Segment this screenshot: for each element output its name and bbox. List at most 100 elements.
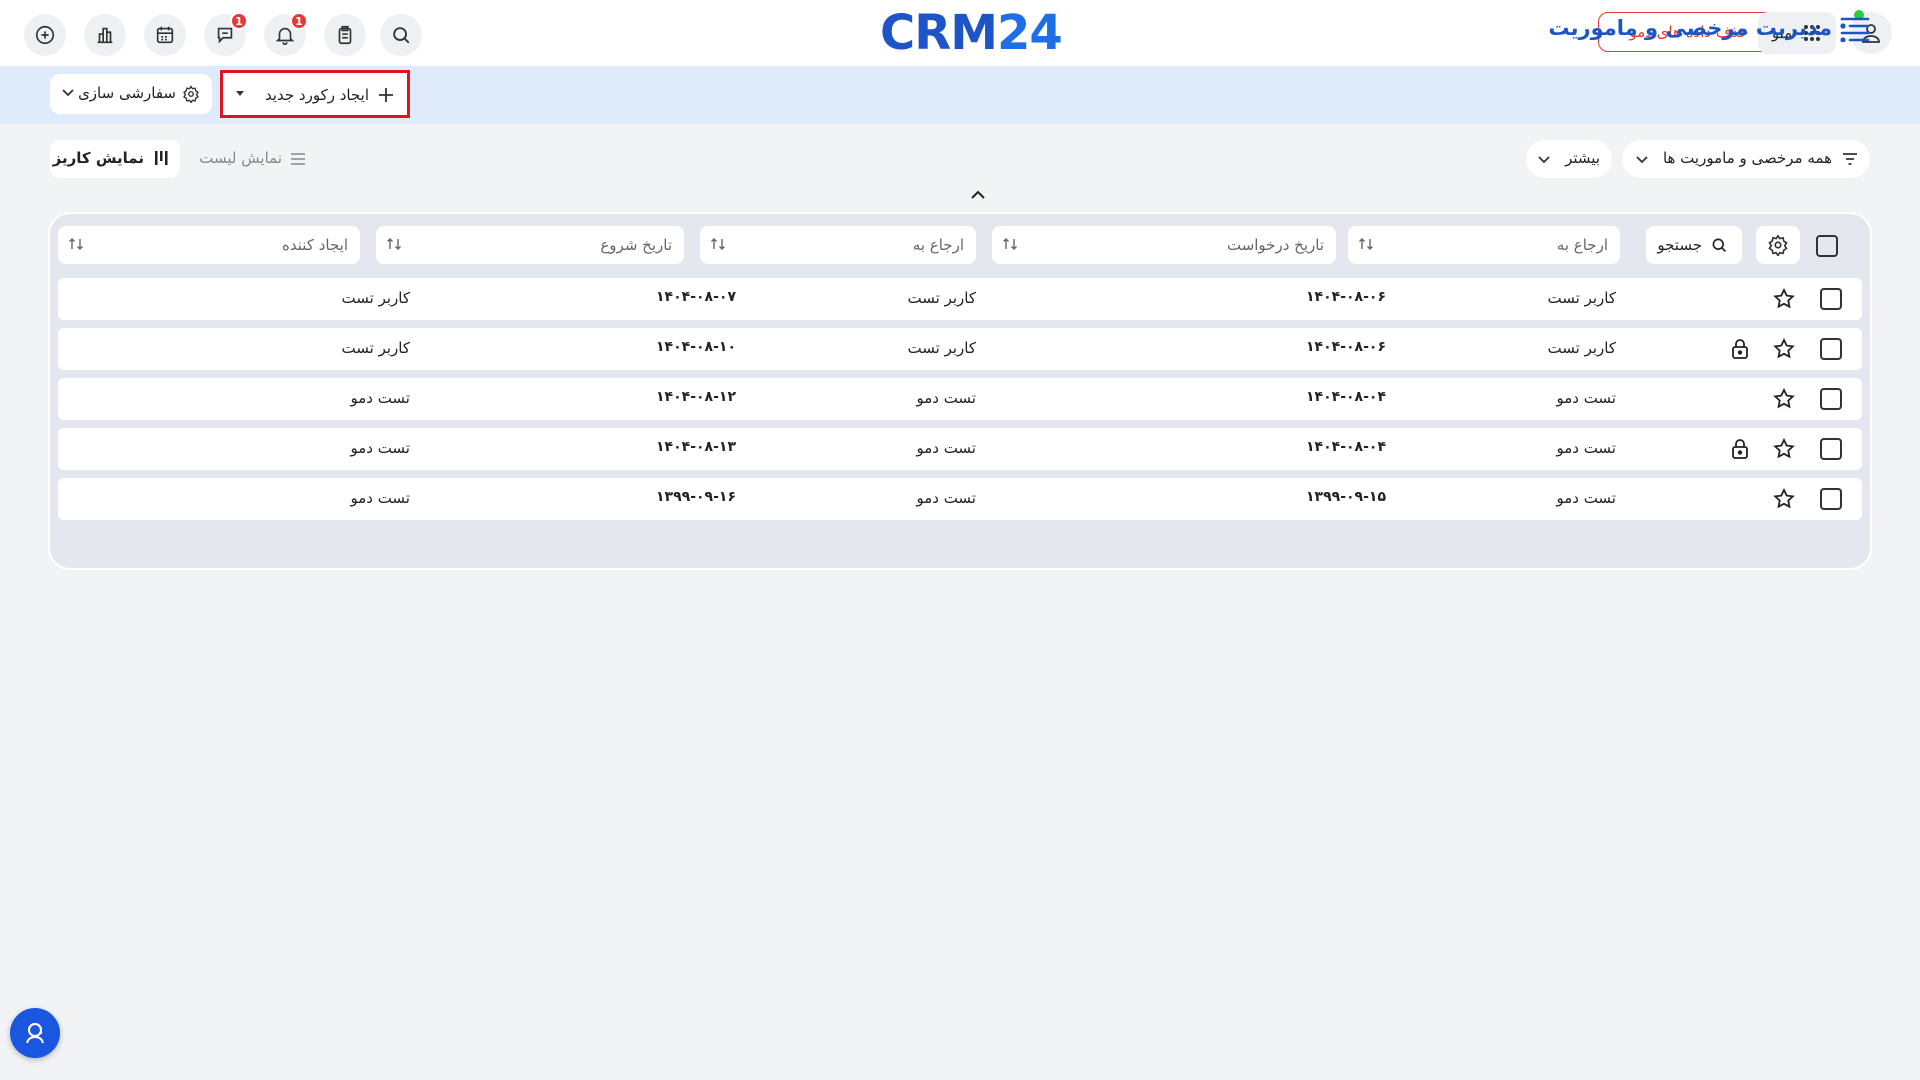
chevron-down-icon — [62, 89, 74, 97]
cell-request-date: ۱۴۰۴-۰۸-۰۶ — [1306, 339, 1386, 355]
cell-start-date: ۱۴۰۴-۰۸-۱۲ — [656, 389, 736, 405]
cell-start-date: ۱۴۰۴-۰۸-۱۰ — [656, 339, 736, 355]
add-circle-button[interactable] — [24, 14, 66, 56]
table-row[interactable]: تست دمو ۱۴۰۴-۰۸-۰۴ تست دمو ۱۴۰۴-۰۸-۱۲ تس… — [58, 378, 1862, 420]
column-header-assignee[interactable]: ارجاع به — [1348, 226, 1620, 264]
plus-icon — [379, 88, 393, 102]
page-title: مدیریت مرخصی و ماموریت — [1548, 16, 1832, 40]
column-header-label: ایجاد کننده — [282, 236, 348, 254]
cell-assignee: تست دمو — [1556, 389, 1616, 407]
row-checkbox[interactable] — [1820, 488, 1842, 510]
search-icon — [1712, 238, 1726, 252]
cell-assignee: کاربر تست — [1547, 289, 1616, 307]
chevron-down-icon — [1538, 156, 1550, 164]
row-checkbox[interactable] — [1820, 288, 1842, 310]
lock-icon — [1732, 339, 1748, 359]
list-icon — [291, 153, 305, 165]
list-menu-icon[interactable] — [1840, 16, 1870, 42]
notifications-button[interactable]: 1 — [264, 12, 308, 56]
star-icon[interactable] — [1772, 387, 1796, 411]
customize-label: سفارشی سازی — [78, 84, 176, 102]
sort-icon[interactable] — [68, 237, 84, 251]
cell-request-date: ۱۴۰۴-۰۸-۰۶ — [1306, 289, 1386, 305]
sort-icon[interactable] — [1002, 237, 1018, 251]
kanban-icon — [155, 151, 168, 165]
row-checkbox[interactable] — [1820, 338, 1842, 360]
create-new-record-label: ایجاد رکورد جدید — [264, 86, 369, 104]
calendar-button[interactable] — [144, 14, 186, 56]
cell-start-date: ۱۴۰۴-۰۸-۱۳ — [656, 439, 736, 455]
table-row[interactable]: تست دمو ۱۴۰۴-۰۸-۰۴ تست دمو ۱۴۰۴-۰۸-۱۳ تس… — [58, 428, 1862, 470]
more-filters-label: بیشتر — [1565, 149, 1600, 167]
global-search-button[interactable] — [380, 14, 422, 56]
cell-creator: تست دمو — [350, 389, 410, 407]
chevron-down-icon — [1636, 156, 1648, 164]
column-header-label: ارجاع به — [912, 236, 964, 254]
star-icon[interactable] — [1772, 437, 1796, 461]
star-icon[interactable] — [1772, 487, 1796, 511]
search-icon — [393, 27, 410, 44]
collapse-filters-icon[interactable] — [970, 190, 986, 200]
bell-badge: 1 — [290, 12, 308, 30]
reports-button[interactable] — [84, 14, 126, 56]
star-icon[interactable] — [1772, 337, 1796, 361]
cell-start-date: ۱۴۰۴-۰۸-۰۷ — [656, 289, 736, 305]
cell-assignee: تست دمو — [1556, 489, 1616, 507]
table-row[interactable]: کاربر تست ۱۴۰۴-۰۸-۰۶ کاربر تست ۱۴۰۴-۰۸-۰… — [58, 278, 1862, 320]
list-view-toggle[interactable]: نمایش لیست — [195, 140, 320, 178]
sort-icon[interactable] — [386, 237, 402, 251]
kanban-view-toggle[interactable]: نمایش کاریز — [50, 140, 180, 178]
kanban-view-label: نمایش کاریز — [52, 149, 144, 167]
column-header-start-date[interactable]: تاریخ شروع — [376, 226, 684, 264]
row-checkbox[interactable] — [1820, 438, 1842, 460]
filter-all-label: همه مرخصی و ماموریت ها — [1662, 149, 1832, 167]
caret-down-icon[interactable] — [235, 90, 245, 98]
table-search-label: جستجو — [1657, 236, 1702, 254]
cell-referred-to: تست دمو — [916, 489, 976, 507]
table-row[interactable]: کاربر تست ۱۴۰۴-۰۸-۰۶ کاربر تست ۱۴۰۴-۰۸-۱… — [58, 328, 1862, 370]
table-search-button[interactable]: جستجو — [1646, 226, 1742, 264]
cell-creator: کاربر تست — [341, 289, 410, 307]
column-header-creator[interactable]: ایجاد کننده — [58, 226, 360, 264]
table-row[interactable]: تست دمو ۱۳۹۹-۰۹-۱۵ تست دمو ۱۳۹۹-۰۹-۱۶ تس… — [58, 478, 1862, 520]
chat-badge: 1 — [230, 12, 248, 30]
sort-icon[interactable] — [710, 237, 726, 251]
cell-request-date: ۱۴۰۴-۰۸-۰۴ — [1306, 439, 1386, 455]
column-header-label: تاریخ شروع — [600, 236, 672, 254]
list-view-label: نمایش لیست — [199, 149, 282, 167]
filter-all-dropdown[interactable]: همه مرخصی و ماموریت ها — [1622, 140, 1870, 178]
calendar-icon — [156, 26, 174, 44]
cell-request-date: ۱۴۰۴-۰۸-۰۴ — [1306, 389, 1386, 405]
more-filters-dropdown[interactable]: بیشتر — [1526, 140, 1612, 178]
column-header-label: ارجاع به — [1556, 236, 1608, 254]
column-header-request-date[interactable]: تاریخ درخواست — [992, 226, 1336, 264]
cell-referred-to: کاربر تست — [907, 289, 976, 307]
plus-circle-icon — [35, 25, 55, 45]
column-header-referred-to[interactable]: ارجاع به — [700, 226, 976, 264]
column-header-label: تاریخ درخواست — [1226, 236, 1324, 254]
cell-creator: کاربر تست — [341, 339, 410, 357]
cell-start-date: ۱۳۹۹-۰۹-۱۶ — [656, 489, 736, 505]
table-settings-button[interactable] — [1756, 226, 1800, 264]
sort-icon[interactable] — [1358, 237, 1374, 251]
cell-assignee: تست دمو — [1556, 439, 1616, 457]
tasks-button[interactable] — [324, 14, 366, 56]
cell-referred-to: کاربر تست — [907, 339, 976, 357]
cell-creator: تست دمو — [350, 439, 410, 457]
create-new-record-button[interactable]: ایجاد رکورد جدید — [220, 70, 410, 118]
lock-icon — [1732, 439, 1748, 459]
select-all-checkbox[interactable] — [1816, 235, 1838, 257]
cell-request-date: ۱۳۹۹-۰۹-۱۵ — [1306, 489, 1386, 505]
gear-icon — [183, 85, 199, 103]
messages-button[interactable]: 1 — [204, 12, 248, 56]
star-icon[interactable] — [1772, 287, 1796, 311]
cell-assignee: کاربر تست — [1547, 339, 1616, 357]
cell-creator: تست دمو — [350, 489, 410, 507]
row-checkbox[interactable] — [1820, 388, 1842, 410]
cell-referred-to: تست دمو — [916, 439, 976, 457]
clipboard-icon — [338, 25, 352, 45]
customize-button[interactable]: سفارشی سازی — [50, 74, 212, 114]
crm24-logo[interactable]: CRM 24 — [880, 4, 1063, 62]
support-chat-button[interactable] — [10, 1008, 60, 1058]
select-all-cell — [1814, 226, 1844, 264]
